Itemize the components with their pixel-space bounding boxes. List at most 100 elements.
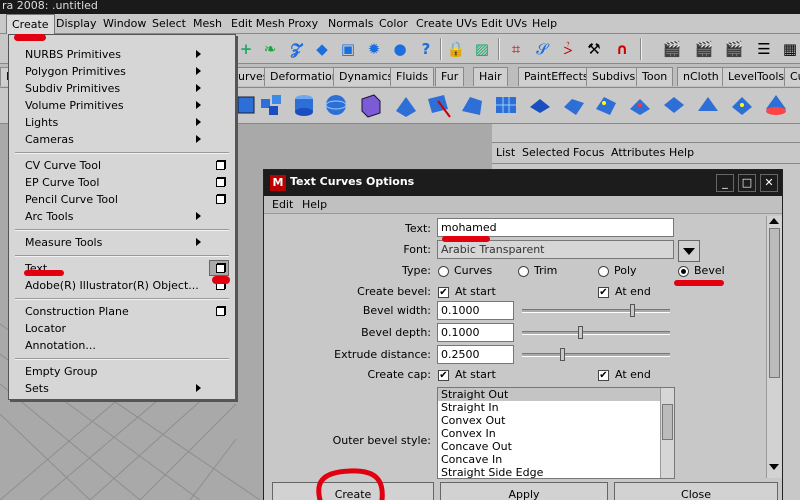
close-button[interactable]: Close — [614, 482, 778, 500]
menu-item-construction-plane[interactable]: Construction Plane — [25, 303, 129, 320]
menu-item-polygon-primitives[interactable]: Polygon Primitives — [25, 63, 126, 80]
menu-normals[interactable]: Normals — [323, 14, 379, 34]
list-scrollbar-thumb[interactable] — [662, 404, 673, 440]
shelf-poly-box-icon[interactable] — [356, 91, 384, 119]
shelf-poly-merge-icon[interactable] — [626, 91, 654, 119]
shelf-poly-cylinder-icon[interactable] — [290, 91, 318, 119]
extrude-distance-slider[interactable] — [522, 353, 670, 357]
menu-item-measure-tools[interactable]: Measure Tools — [25, 234, 102, 251]
scroll-down-icon[interactable] — [769, 464, 779, 470]
menu-item-annotation[interactable]: Annotation... — [25, 337, 96, 354]
menu-create[interactable]: Create — [6, 14, 55, 34]
shelf-poly-collapse-icon[interactable] — [660, 91, 688, 119]
snap-point-icon[interactable]: 𝓩 — [286, 39, 306, 59]
shelf-poly-smooth-icon[interactable] — [728, 91, 756, 119]
menu-window[interactable]: Window — [98, 14, 151, 34]
render-region-icon[interactable]: ⚒ — [584, 39, 604, 59]
type-bevel-radio[interactable] — [678, 266, 689, 277]
shelf-poly-wedge-face-icon[interactable] — [694, 91, 722, 119]
select-highlight-icon[interactable]: ▨ — [472, 39, 492, 59]
dialog-scrollbar-thumb[interactable] — [769, 228, 780, 378]
bevel-style-item-selected[interactable]: Straight Out — [438, 388, 674, 401]
extrude-distance-slider-knob[interactable] — [560, 348, 566, 361]
menu-select[interactable]: Select — [147, 14, 191, 34]
font-field[interactable]: Arabic Transparent — [437, 240, 674, 259]
dialog-menu-edit[interactable]: Edit — [272, 198, 293, 211]
outliner-menu-attributes[interactable]: Attributes — [611, 143, 665, 163]
option-box-icon[interactable] — [216, 307, 225, 316]
menu-item-empty-group[interactable]: Empty Group — [25, 363, 97, 380]
sphere-icon[interactable]: ● — [390, 39, 410, 59]
outliner-menu-help[interactable]: Help — [669, 143, 694, 163]
option-box-icon[interactable] — [216, 178, 225, 187]
dialog-scrollbar[interactable] — [766, 216, 782, 478]
menu-item-adobe-illustrator-object[interactable]: Adobe(R) Illustrator(R) Object... — [25, 277, 199, 294]
tab-fluids[interactable]: Fluids — [390, 67, 435, 86]
shelf-poly-cube-icon[interactable] — [232, 91, 260, 119]
outliner-menu-selected[interactable]: Selected — [522, 143, 570, 163]
bevel-width-slider[interactable] — [522, 309, 670, 313]
shelf-poly-grid-icon[interactable] — [492, 91, 520, 119]
dialog-menu-help[interactable]: Help — [302, 198, 327, 211]
tab-fur[interactable]: Fur — [435, 67, 465, 86]
shelf-poly-split-icon[interactable] — [592, 91, 620, 119]
menu-item-pencil-curve-tool[interactable]: Pencil Curve Tool — [25, 191, 118, 208]
ipr-render-icon[interactable]: 🎬 — [724, 39, 744, 59]
shelf-poly-bevel-icon[interactable] — [560, 91, 588, 119]
menu-item-arc-tools[interactable]: Arc Tools — [25, 208, 73, 225]
help-icon[interactable]: ? — [416, 39, 436, 59]
text-option-box-icon[interactable] — [216, 264, 225, 273]
tab-painteffects[interactable]: PaintEffects — [518, 67, 595, 86]
option-box-icon[interactable] — [216, 161, 225, 170]
shelf-poly-extrude-icon[interactable] — [526, 91, 554, 119]
snap-icon[interactable]: + — [236, 39, 256, 59]
u-magnet-icon[interactable]: ∩ — [612, 39, 632, 59]
type-poly-radio[interactable] — [598, 266, 609, 277]
bevel-style-item[interactable]: Convex Out — [438, 414, 674, 427]
menu-item-cameras[interactable]: Cameras — [25, 131, 74, 148]
tab-subdivs[interactable]: Subdivs — [586, 67, 642, 86]
bevel-style-item[interactable]: Straight Side Edge — [438, 466, 674, 478]
bevel-style-item[interactable]: Straight In — [438, 401, 674, 414]
menu-item-volume-primitives[interactable]: Volume Primitives — [25, 97, 124, 114]
menu-create-uvs[interactable]: Create UVs — [411, 14, 482, 34]
bevel-style-item[interactable]: Concave In — [438, 453, 674, 466]
shelf-poly-cut-icon[interactable] — [424, 91, 452, 119]
outliner-menu-focus[interactable]: Focus — [573, 143, 604, 163]
scroll-up-icon[interactable] — [769, 218, 779, 224]
menu-mesh[interactable]: Mesh — [188, 14, 227, 34]
cap-at-end-checkbox[interactable]: ✔ — [598, 370, 609, 381]
text-field[interactable]: mohamed — [437, 218, 674, 237]
magnet-icon[interactable]: ⩼ — [558, 39, 578, 59]
snap-curve-icon[interactable]: ❧ — [260, 39, 280, 59]
apply-button[interactable]: Apply — [440, 482, 608, 500]
menu-item-lights[interactable]: Lights — [25, 114, 58, 131]
shelf-poly-sphere-icon[interactable] — [322, 91, 350, 119]
bevel-style-item[interactable]: Convex In — [438, 427, 674, 440]
tab-hair[interactable]: Hair — [473, 67, 508, 86]
tab-ncloth[interactable]: nCloth — [677, 67, 725, 86]
bevel-width-field[interactable]: 0.1000 — [437, 301, 514, 320]
cap-at-start-checkbox[interactable]: ✔ — [438, 370, 449, 381]
shelf-poly-cluster-icon[interactable] — [258, 91, 286, 119]
shelf-poly-wedge-icon[interactable] — [458, 91, 486, 119]
menu-item-subdiv-primitives[interactable]: Subdiv Primitives — [25, 80, 120, 97]
option-box-icon[interactable] — [216, 195, 225, 204]
bevel-depth-slider-knob[interactable] — [578, 326, 584, 339]
menu-item-sets[interactable]: Sets — [25, 380, 49, 397]
history-icon[interactable]: ⌗ — [506, 39, 526, 59]
menu-color[interactable]: Color — [374, 14, 413, 34]
menu-item-cv-curve-tool[interactable]: CV Curve Tool — [25, 157, 101, 174]
menu-help[interactable]: Help — [527, 14, 562, 34]
snap-live-icon[interactable]: ✹ — [364, 39, 384, 59]
render-view-icon[interactable]: 🎬 — [662, 39, 682, 59]
bevel-depth-slider[interactable] — [522, 331, 670, 335]
font-picker-button[interactable] — [678, 240, 700, 262]
menu-proxy[interactable]: Proxy — [283, 14, 323, 34]
dialog-titlebar[interactable]: M Text Curves Options _ □ ✕ — [264, 170, 782, 196]
menu-item-nurbs-primitives[interactable]: NURBS Primitives — [25, 46, 121, 63]
extrude-distance-field[interactable]: 0.2500 — [437, 345, 514, 364]
tab-toon[interactable]: Toon — [636, 67, 674, 86]
bevel-width-slider-knob[interactable] — [630, 304, 635, 317]
menu-edit-mesh[interactable]: Edit Mesh — [226, 14, 290, 34]
